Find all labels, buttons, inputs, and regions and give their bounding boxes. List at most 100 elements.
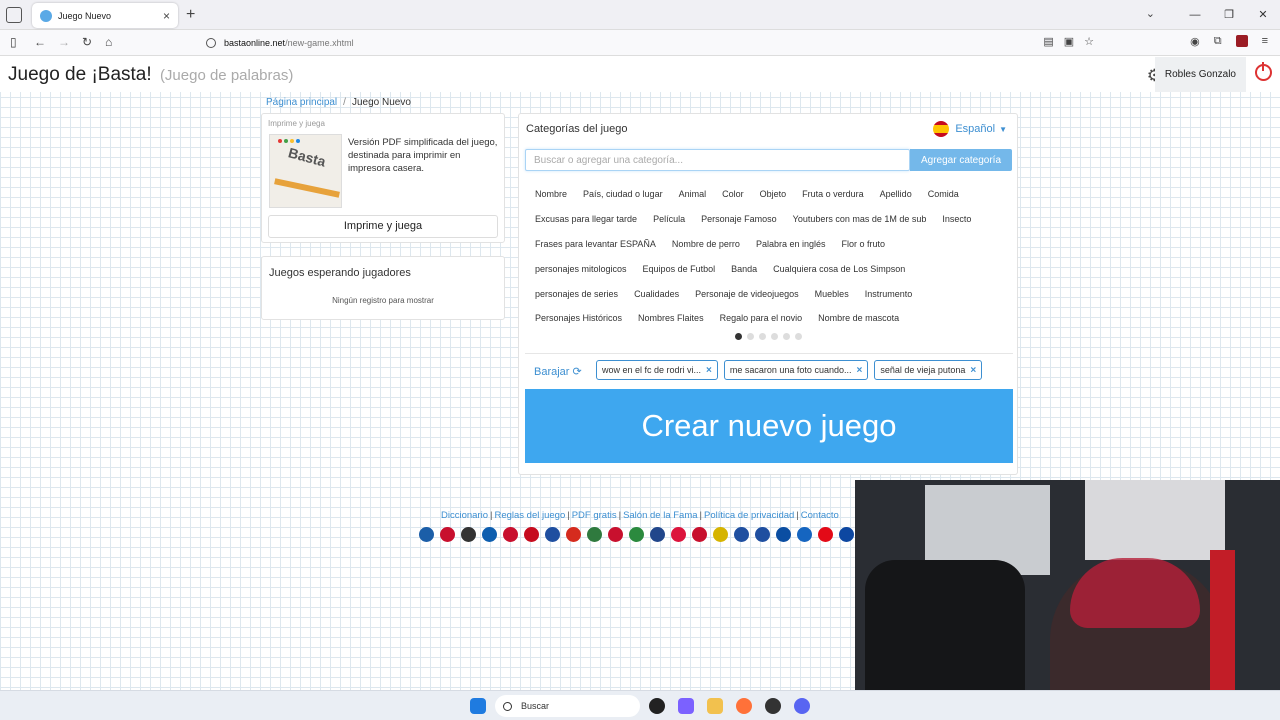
category-chip[interactable]: Fruta o verdura — [794, 186, 872, 202]
category-chip[interactable]: Animal — [671, 186, 715, 202]
language-flag-icon[interactable] — [524, 527, 539, 542]
language-flag-icon[interactable] — [587, 527, 602, 542]
language-flag-icon[interactable] — [461, 527, 476, 542]
remove-icon[interactable]: × — [706, 365, 712, 376]
language-flag-icon[interactable] — [839, 527, 854, 542]
category-chip[interactable]: Personajes Históricos — [527, 310, 630, 326]
tab-overview-icon[interactable] — [6, 7, 22, 23]
category-chip[interactable]: Película — [645, 211, 693, 227]
category-chip[interactable]: Muebles — [807, 286, 857, 302]
back-icon[interactable]: ← — [34, 35, 46, 49]
pager-dot[interactable] — [734, 333, 742, 340]
category-chip[interactable]: Equipos de Futbol — [635, 261, 724, 277]
footer-link[interactable]: Salón de la Fama — [623, 510, 697, 521]
language-flag-icon[interactable] — [734, 527, 749, 542]
category-chip[interactable]: Nombre de perro — [664, 236, 748, 252]
language-flag-icon[interactable] — [818, 527, 833, 542]
new-tab-icon[interactable]: + — [186, 6, 195, 24]
language-flag-icon[interactable] — [650, 527, 665, 542]
category-chip[interactable]: Personaje Famoso — [693, 211, 785, 227]
language-flag-icon[interactable] — [440, 527, 455, 542]
pager-dot[interactable] — [782, 333, 790, 340]
category-chip[interactable]: Regalo para el novio — [712, 310, 811, 326]
file-explorer-icon[interactable] — [707, 698, 723, 714]
pager-dot[interactable] — [770, 333, 778, 340]
category-chip[interactable]: personajes de series — [527, 286, 626, 302]
language-flag-icon[interactable] — [713, 527, 728, 542]
category-chip[interactable]: Cualquiera cosa de Los Simpson — [765, 261, 913, 277]
category-chip[interactable]: Youtubers con mas de 1M de sub — [785, 211, 935, 227]
category-chip[interactable]: Excusas para llegar tarde — [527, 211, 645, 227]
address-bar[interactable]: bastaonline.net/new-game.xhtml — [200, 33, 1100, 53]
footer-link[interactable]: Reglas del juego — [494, 510, 565, 521]
category-chip[interactable]: Flor o fruto — [834, 236, 894, 252]
footer-link[interactable]: Política de privacidad — [704, 510, 794, 521]
category-chip[interactable]: Personaje de videojuegos — [687, 286, 807, 302]
firefox-icon[interactable] — [736, 698, 752, 714]
translate-icon[interactable]: ▣ — [1064, 35, 1074, 48]
category-chip[interactable]: Nombres Flaites — [630, 310, 712, 326]
category-chip[interactable]: Nombre de mascota — [810, 310, 907, 326]
reader-view-icon[interactable]: ▤ — [1043, 35, 1053, 48]
copilot-icon[interactable] — [678, 698, 694, 714]
category-chip[interactable]: Objeto — [752, 186, 795, 202]
bookmark-star-icon[interactable]: ☆ — [1084, 35, 1094, 48]
language-flag-icon[interactable] — [671, 527, 686, 542]
discord-icon[interactable] — [794, 698, 810, 714]
pager-dot[interactable] — [746, 333, 754, 340]
category-chip[interactable]: Insecto — [934, 211, 979, 227]
language-flag-icon[interactable] — [776, 527, 791, 542]
close-tab-icon[interactable]: × — [163, 9, 170, 23]
footer-link[interactable]: Contacto — [801, 510, 839, 521]
category-chip[interactable]: personajes mitologicos — [527, 261, 635, 277]
language-flag-icon[interactable] — [629, 527, 644, 542]
language-flag-icon[interactable] — [566, 527, 581, 542]
browser-tab[interactable]: Juego Nuevo × — [32, 3, 178, 28]
language-flag-icon[interactable] — [608, 527, 623, 542]
account-icon[interactable]: ◉ — [1190, 35, 1200, 48]
category-chip[interactable]: Nombre — [527, 186, 575, 202]
language-flag-icon[interactable] — [692, 527, 707, 542]
taskbar-search[interactable]: Buscar — [495, 695, 640, 717]
reload-icon[interactable]: ↻ — [82, 35, 92, 49]
pager-dot[interactable] — [758, 333, 766, 340]
language-flag-icon[interactable] — [545, 527, 560, 542]
pager-dot[interactable] — [794, 333, 802, 340]
close-window-icon[interactable]: ✕ — [1246, 0, 1280, 30]
minimize-icon[interactable]: — — [1178, 0, 1212, 30]
add-category-button[interactable]: Agregar categoría — [910, 149, 1012, 171]
category-chip[interactable]: Instrumento — [857, 286, 921, 302]
category-chip[interactable]: Banda — [723, 261, 765, 277]
site-info-icon[interactable] — [206, 38, 216, 48]
category-chip[interactable]: Frases para levantar ESPAÑA — [527, 236, 664, 252]
forward-icon[interactable]: → — [58, 35, 70, 49]
footer-link[interactable]: Diccionario — [441, 510, 488, 521]
category-search-input[interactable] — [525, 149, 910, 171]
ublock-extension-icon[interactable] — [1235, 35, 1248, 47]
start-icon[interactable] — [470, 698, 486, 714]
category-chip[interactable]: País, ciudad o lugar — [575, 186, 671, 202]
menu-icon[interactable]: ≡ — [1262, 35, 1268, 48]
language-flag-icon[interactable] — [755, 527, 770, 542]
remove-icon[interactable]: × — [970, 365, 976, 376]
site-title[interactable]: Juego de ¡Basta! (Juego de palabras) — [8, 64, 293, 86]
obs-icon[interactable] — [765, 698, 781, 714]
category-chip[interactable]: Apellido — [872, 186, 920, 202]
sidebar-toggle-icon[interactable]: ▯ — [10, 35, 17, 49]
print-and-play-button[interactable]: Imprime y juega — [268, 215, 498, 238]
language-flag-icon[interactable] — [482, 527, 497, 542]
app-icon[interactable] — [649, 698, 665, 714]
extensions-icon[interactable]: ⧉ — [1214, 35, 1222, 48]
category-chip[interactable]: Cualidades — [626, 286, 687, 302]
category-chip[interactable]: Comida — [920, 186, 967, 202]
power-icon[interactable] — [1255, 62, 1272, 81]
chevron-down-icon[interactable]: ⌄ — [1146, 7, 1155, 20]
category-chip[interactable]: Color — [714, 186, 752, 202]
language-selector[interactable]: Español ▼ — [933, 121, 1007, 137]
home-icon[interactable]: ⌂ — [105, 35, 112, 49]
language-flag-icon[interactable] — [419, 527, 434, 542]
footer-link[interactable]: PDF gratis — [572, 510, 617, 521]
remove-icon[interactable]: × — [856, 365, 862, 376]
shuffle-button[interactable]: Barajar ⟳ — [534, 365, 582, 378]
pdf-thumbnail[interactable]: Basta — [269, 134, 342, 208]
